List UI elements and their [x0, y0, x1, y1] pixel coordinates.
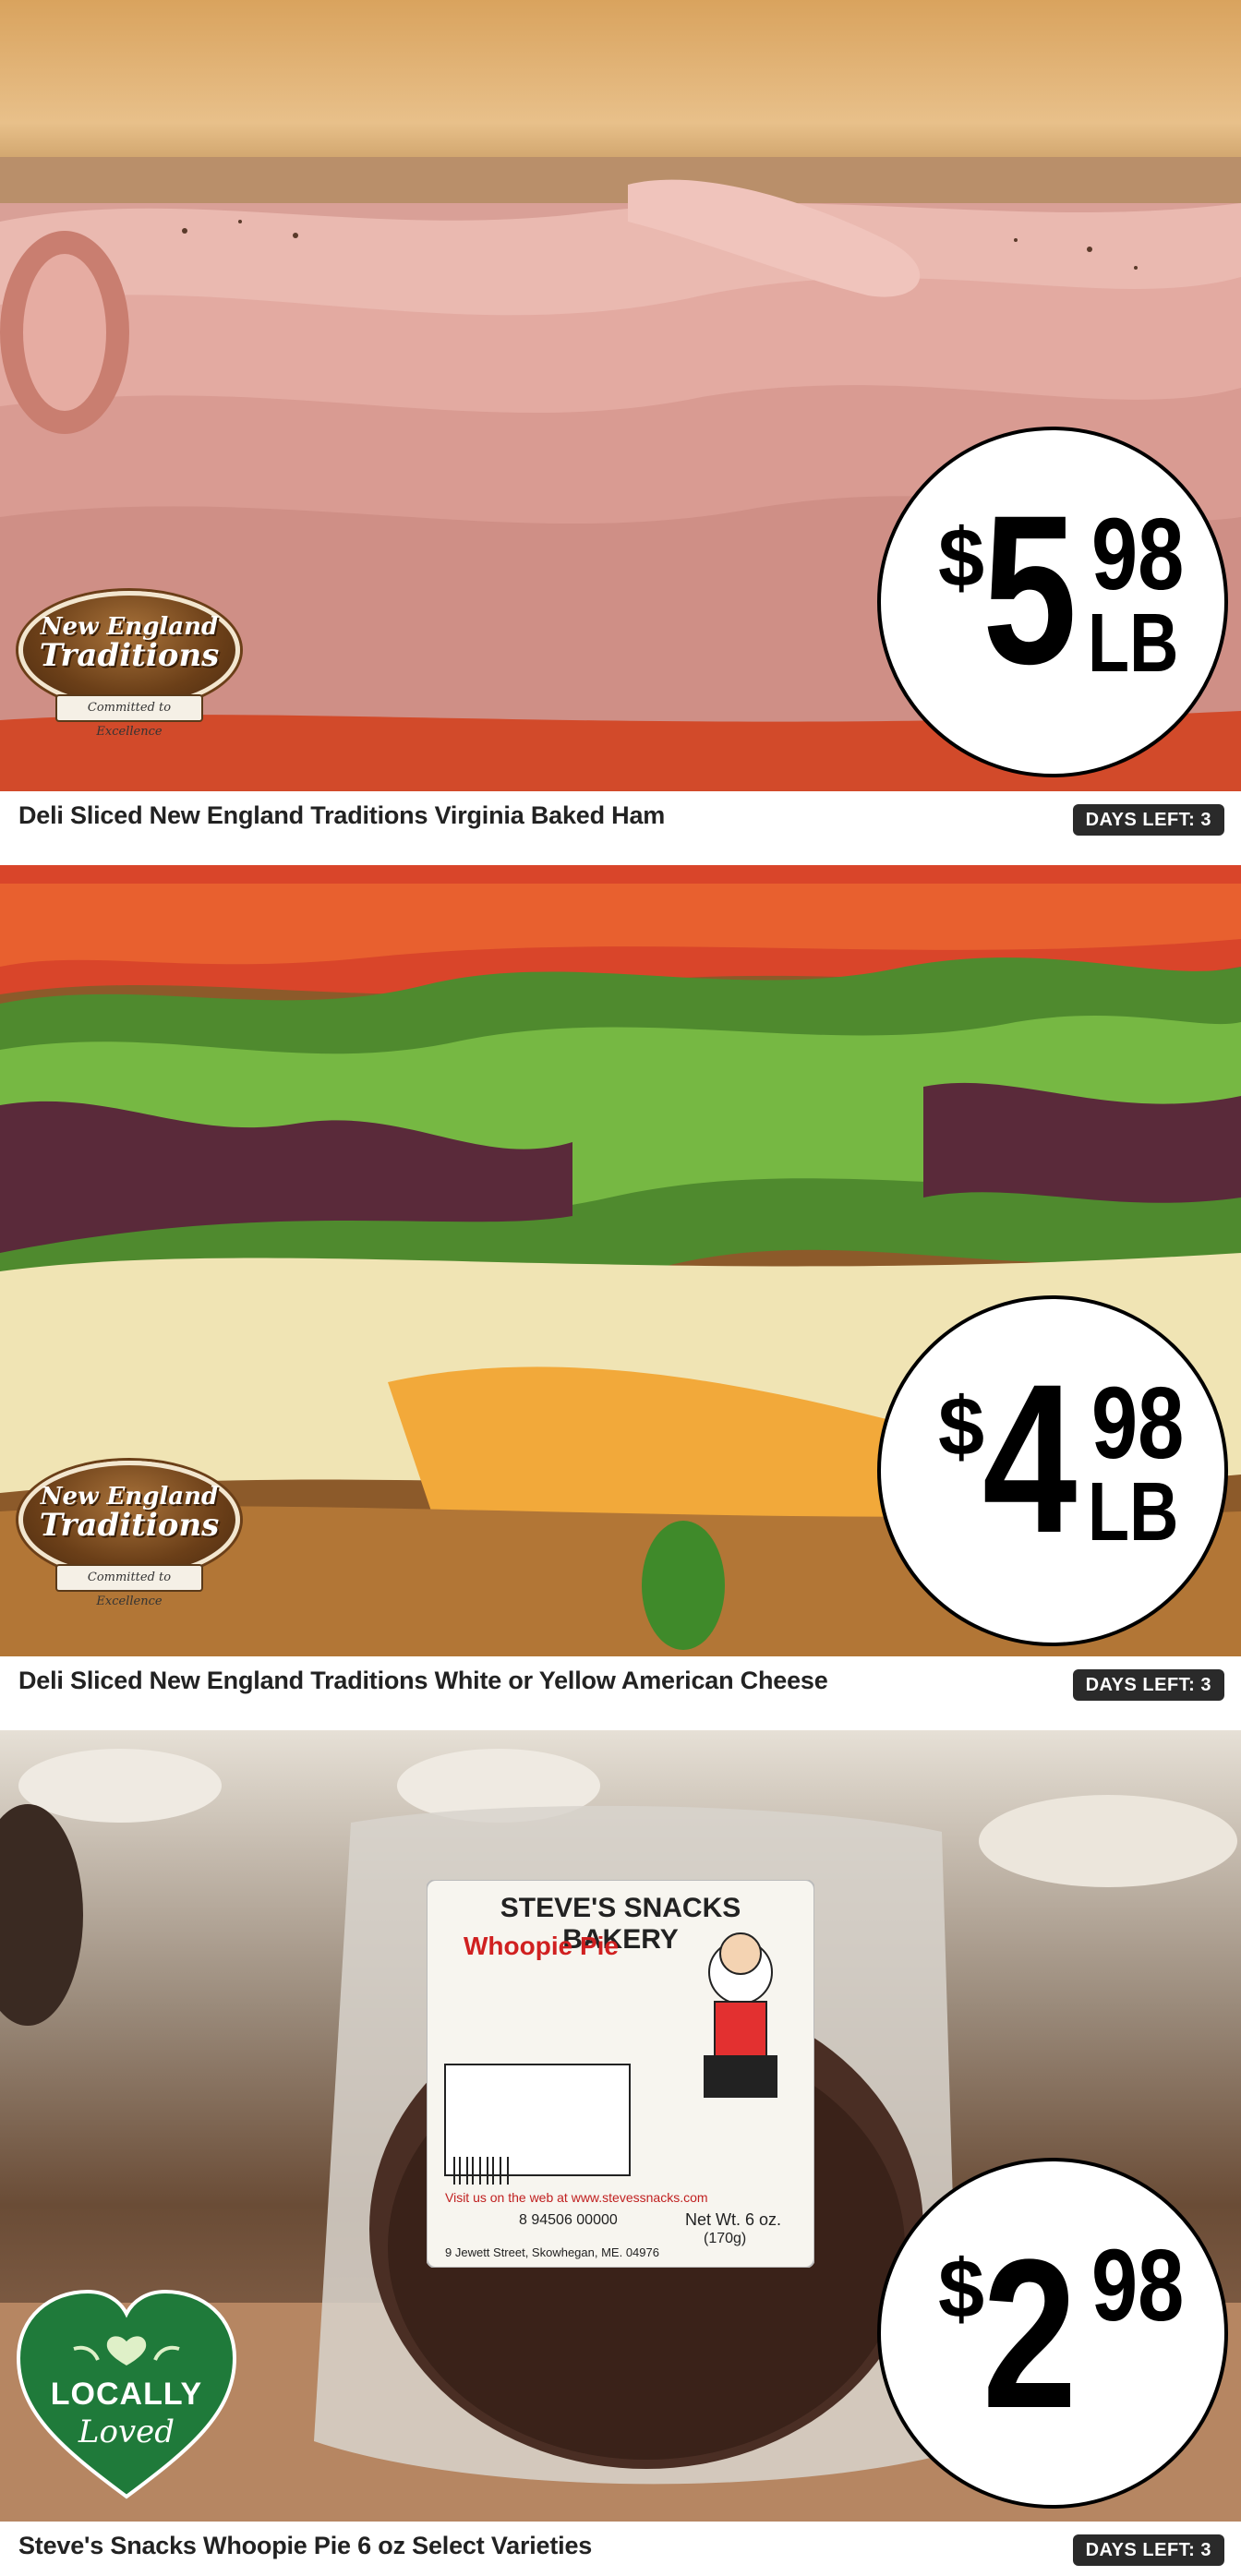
- package-label: STEVE'S SNACKS BAKERY Whoopie Pie Visit …: [426, 1879, 815, 2269]
- logo-line-2: Traditions: [39, 637, 220, 674]
- weekly-ad-page: New England Traditions Committed to Exce…: [0, 0, 1241, 2576]
- badge-line-2: Loved: [78, 2413, 175, 2450]
- product-title[interactable]: Deli Sliced New England Traditions White…: [18, 1656, 828, 1704]
- price-dollar-sign: $: [938, 1381, 985, 1474]
- product-title[interactable]: Steve's Snacks Whoopie Pie 6 oz Select V…: [18, 2522, 592, 2570]
- price-tag: $ 4 98 LB: [877, 1295, 1228, 1646]
- package-address: 9 Jewett Street, Skowhegan, ME. 04976: [445, 2245, 659, 2259]
- package-weight: Net Wt. 6 oz.: [685, 2210, 782, 2229]
- product-caption: Steve's Snacks Whoopie Pie 6 oz Select V…: [0, 2522, 1241, 2576]
- days-left-badge: DAYS LEFT: 3: [1072, 2534, 1224, 2566]
- price-cents: 98: [1091, 498, 1185, 611]
- price-tag: $ 5 98 LB: [877, 427, 1228, 777]
- product-caption: Deli Sliced New England Traditions Virgi…: [0, 791, 1241, 865]
- product-title[interactable]: Deli Sliced New England Traditions Virgi…: [18, 791, 665, 839]
- new-england-traditions-logo: New England Traditions Committed to Exce…: [18, 591, 240, 739]
- price-dollar-sign: $: [938, 512, 985, 605]
- logo-ribbon: Committed to Excellence: [55, 1564, 203, 1608]
- price-whole: 2: [982, 2215, 1077, 2452]
- price-unit: LB: [1088, 597, 1179, 690]
- product-caption: Deli Sliced New England Traditions White…: [0, 1656, 1241, 1730]
- price-whole: 4: [982, 1340, 1077, 1577]
- product-card-whoopie-pie[interactable]: STEVE'S SNACKS BAKERY Whoopie Pie Visit …: [0, 1730, 1241, 2576]
- badge-line-1: LOCALLY: [50, 2377, 203, 2412]
- package-website: Visit us on the web at www.stevessnacks.…: [445, 2190, 708, 2205]
- days-left-badge: DAYS LEFT: 3: [1072, 804, 1224, 836]
- product-card-ham[interactable]: New England Traditions Committed to Exce…: [0, 0, 1241, 865]
- days-left-badge: DAYS LEFT: 3: [1072, 1669, 1224, 1701]
- package-barcode-number: 8 94506 00000: [519, 2212, 618, 2228]
- price-unit: LB: [1088, 1466, 1179, 1559]
- logo-line-2: Traditions: [39, 1507, 220, 1544]
- new-england-traditions-logo: New England Traditions Committed to Exce…: [18, 1461, 240, 1608]
- package-product-name: Whoopie Pie: [464, 1932, 619, 1960]
- logo-ribbon: Committed to Excellence: [55, 694, 203, 739]
- price-cents: 98: [1091, 2229, 1185, 2342]
- package-weight-grams: (170g): [704, 2231, 747, 2246]
- price-whole: 5: [982, 471, 1077, 708]
- locally-loved-badge: LOCALLY Loved: [9, 2284, 244, 2506]
- price-tag: $ 2 98: [877, 2158, 1228, 2509]
- price-cents: 98: [1091, 1366, 1185, 1480]
- price-dollar-sign: $: [938, 2244, 985, 2336]
- product-card-cheese[interactable]: New England Traditions Committed to Exce…: [0, 865, 1241, 1730]
